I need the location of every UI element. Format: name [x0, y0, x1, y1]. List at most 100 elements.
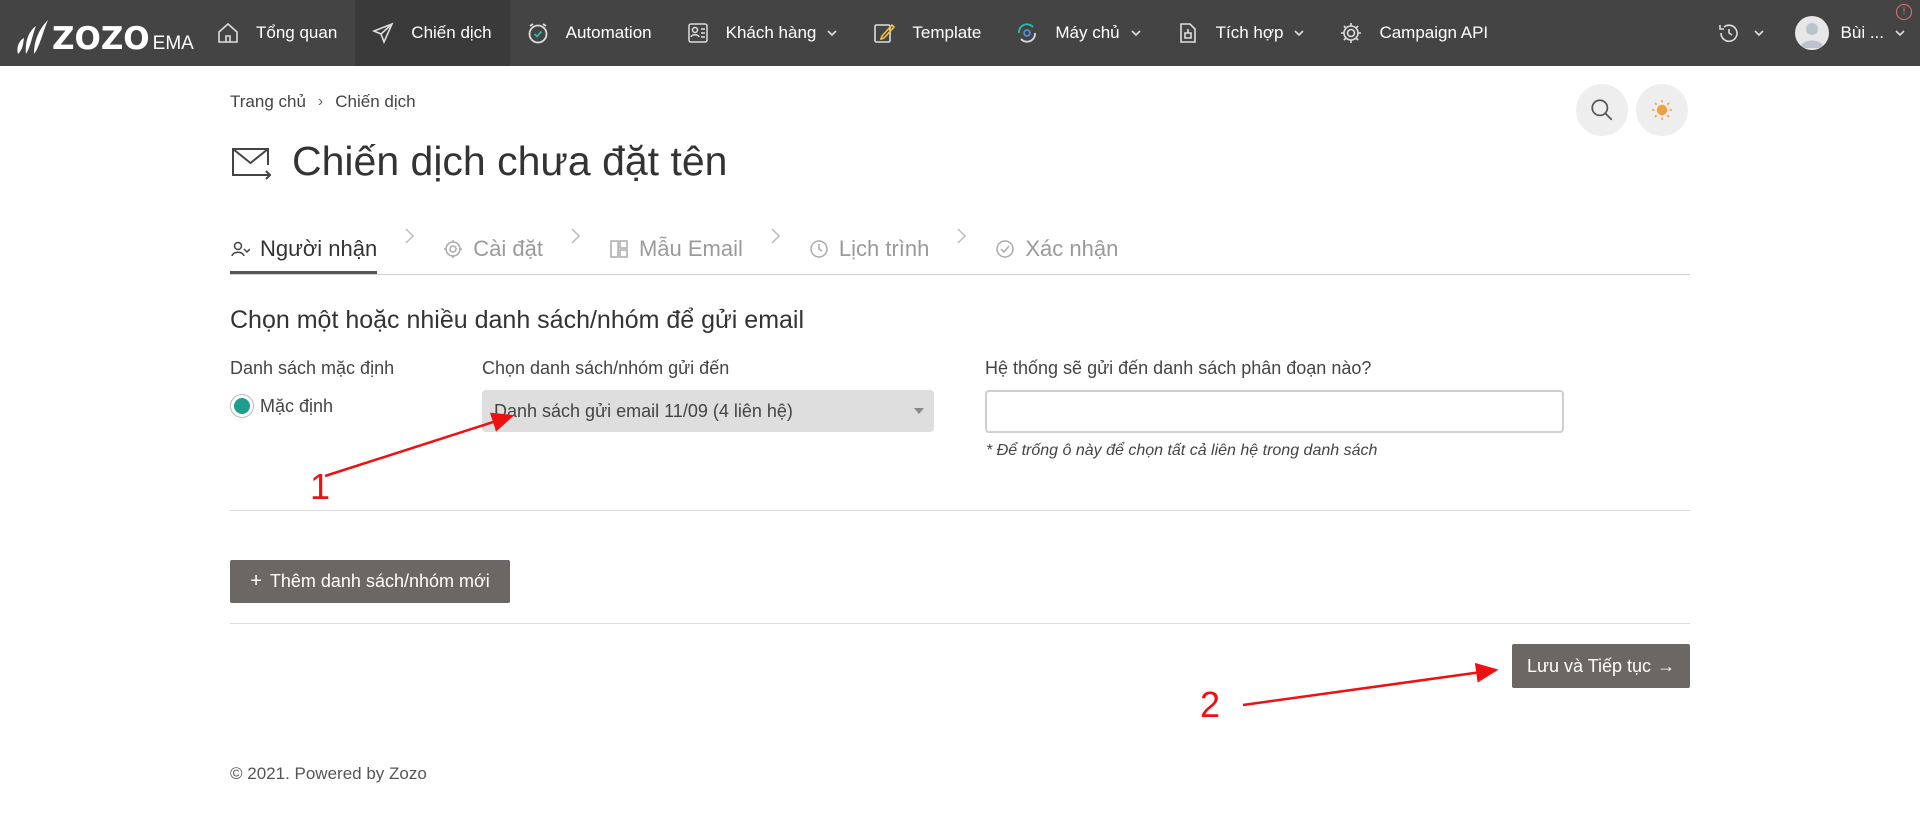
default-radio[interactable]: Mặc định — [230, 394, 333, 418]
edit-pen-icon — [874, 23, 896, 43]
default-list-label: Danh sách mặc định — [230, 358, 395, 378]
contacts-icon — [687, 23, 708, 43]
step-lich-trinh[interactable]: Lịch trình — [809, 226, 930, 272]
step-label: Người nhận — [260, 236, 378, 261]
sun-icon — [1652, 100, 1672, 120]
segment-input[interactable] — [985, 390, 1564, 433]
recipient-icon — [231, 241, 250, 257]
nav-item-campaign-api[interactable]: Campaign API — [1323, 0, 1506, 66]
settings-icon — [444, 240, 463, 258]
step-label: Cài đặt — [473, 236, 543, 261]
nav-item-automation[interactable]: Automation — [510, 0, 670, 66]
nav-item-label: Máy chủ — [1055, 23, 1120, 42]
save-continue-label: Lưu và Tiếp tục — [1526, 655, 1652, 676]
send-icon — [372, 22, 394, 45]
arrow-right-icon: → — [1657, 655, 1676, 676]
search-button[interactable] — [1576, 84, 1628, 136]
footer-copyright: © 2021. Powered by Zozo — [230, 764, 427, 783]
nav-item-label: Template — [912, 23, 982, 42]
gear-api-icon — [1341, 23, 1362, 43]
chevron-right-icon — [405, 228, 415, 244]
step-nguoi-nhan[interactable]: Người nhận — [230, 226, 378, 274]
chevron-down-icon — [827, 30, 837, 37]
divider — [230, 510, 1690, 511]
chevron-down-icon — [1753, 30, 1764, 37]
automation-clock-icon — [528, 23, 548, 44]
nav-right: Bùi ... ! — [1717, 0, 1912, 66]
check-circle-icon — [996, 240, 1015, 258]
top-navbar: ZOZO EMA Tổng quan Chiến dịch Automation — [0, 0, 1920, 66]
nav-item-khach-hang[interactable]: Khách hàng — [670, 0, 857, 66]
breadcrumb: Trang chủ › Chiến dịch — [230, 92, 416, 112]
divider — [230, 623, 1690, 624]
avatar — [1794, 16, 1829, 50]
default-radio-label: Mặc định — [260, 395, 334, 416]
nav-item-tong-quan[interactable]: Tổng quan — [200, 0, 355, 66]
nav-item-label: Tích hợp — [1215, 23, 1284, 42]
list-select-value: Danh sách gửi email 11/09 (4 liên hệ) — [494, 401, 793, 421]
list-select[interactable]: Danh sách gửi email 11/09 (4 liên hệ) — [482, 390, 934, 432]
integration-icon — [1179, 23, 1196, 43]
user-name: Bùi ... — [1840, 23, 1884, 42]
annotation-number-1: 1 — [310, 466, 331, 507]
add-list-button-label: Thêm danh sách/nhóm mới — [269, 571, 490, 591]
server-sync-icon — [1018, 23, 1037, 43]
annotation-number-2: 2 — [1200, 684, 1221, 725]
nav-item-tich-hop[interactable]: Tích hợp — [1160, 0, 1324, 66]
step-separator — [955, 226, 967, 246]
chevron-down-icon — [1131, 30, 1141, 37]
chevron-down-icon — [1895, 30, 1905, 37]
nav-item-may-chu[interactable]: Máy chủ — [999, 0, 1159, 66]
history-menu[interactable] — [1717, 21, 1765, 45]
logo-subtext: EMA — [152, 33, 194, 54]
mail-send-icon — [232, 147, 272, 180]
home-icon — [218, 22, 238, 43]
step-separator — [769, 226, 781, 246]
breadcrumb-current[interactable]: Chiến dịch — [335, 92, 415, 112]
caret-down-icon — [914, 408, 924, 414]
nav-item-label: Khách hàng — [725, 23, 817, 42]
page-title: Chiến dịch chưa đặt tên — [292, 138, 728, 184]
save-continue-button[interactable]: Lưu và Tiếp tục → — [1512, 644, 1690, 688]
step-label: Mẫu Email — [638, 236, 743, 261]
plus-icon: + — [250, 570, 262, 592]
step-label: Xác nhận — [1025, 236, 1119, 261]
history-icon — [1718, 24, 1738, 43]
step-separator — [569, 226, 581, 246]
search-icon — [1591, 99, 1613, 121]
nav-item-template[interactable]: Template — [856, 0, 999, 66]
logo-text: ZOZO — [52, 21, 150, 57]
clock-icon — [810, 240, 828, 258]
step-label: Lịch trình — [838, 236, 930, 261]
campaign-steps: Người nhận Cài đặt Mẫu Email Lịch trình … — [230, 226, 1690, 275]
alert-icon[interactable]: ! — [1896, 4, 1912, 20]
chevron-down-icon — [1294, 30, 1305, 37]
nav-item-chien-dich[interactable]: Chiến dịch — [355, 0, 510, 66]
radio-checked-dot — [234, 398, 250, 414]
add-list-button[interactable]: + Thêm danh sách/nhóm mới — [230, 560, 510, 603]
segment-label: Hệ thống sẽ gửi đến danh sách phân đoạn … — [985, 358, 1372, 378]
nav-item-label: Tổng quan — [256, 23, 338, 42]
theme-toggle-button[interactable] — [1636, 84, 1688, 136]
annotation-arrow-2 — [1242, 662, 1499, 707]
zozo-logo-mark — [17, 20, 48, 54]
chevron-right-icon — [771, 228, 780, 244]
step-xac-nhan[interactable]: Xác nhận — [995, 226, 1118, 272]
main-nav: Tổng quan Chiến dịch Automation Khách hà… — [200, 0, 1506, 66]
select-list-label: Chọn danh sách/nhóm gửi đến — [482, 358, 730, 378]
nav-item-label: Campaign API — [1379, 23, 1489, 42]
user-silhouette-icon — [1799, 23, 1824, 48]
step-mau-email[interactable]: Mẫu Email — [609, 226, 743, 272]
step-cai-dat[interactable]: Cài đặt — [443, 226, 543, 272]
section-title: Chọn một hoặc nhiều danh sách/nhóm để gử… — [230, 306, 805, 334]
zozo-logo[interactable]: ZOZO EMA — [14, 12, 194, 56]
nav-item-label: Chiến dịch — [411, 23, 492, 42]
user-menu[interactable]: Bùi ... ! — [1794, 4, 1912, 50]
breadcrumb-separator: › — [317, 93, 324, 110]
segment-hint: * Để trống ô này để chọn tất cả liên hệ … — [986, 442, 1378, 459]
step-separator — [403, 226, 415, 246]
breadcrumb-home[interactable]: Trang chủ — [230, 92, 306, 112]
radio-button[interactable] — [230, 394, 254, 418]
chevron-right-icon — [571, 228, 580, 244]
template-layout-icon — [610, 240, 628, 258]
